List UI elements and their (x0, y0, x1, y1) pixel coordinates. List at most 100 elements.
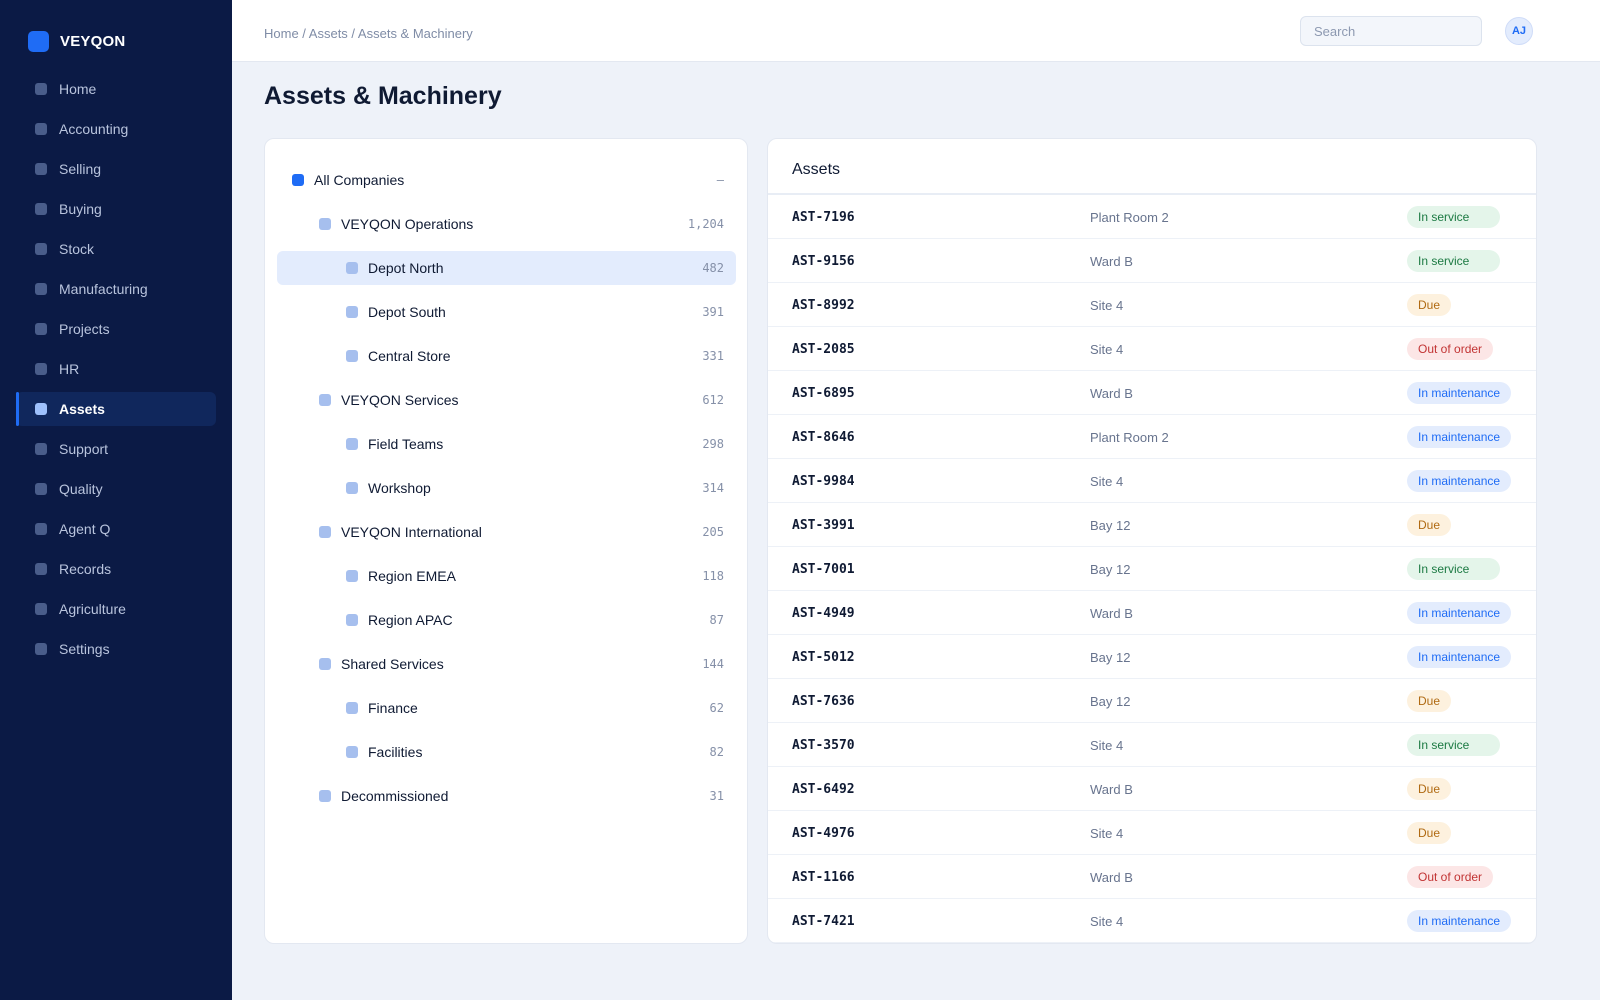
asset-id[interactable]: AST-7421 (792, 914, 855, 929)
tree-item-central-store[interactable]: Central Store 331 (277, 339, 736, 373)
status-badge: Due (1407, 514, 1452, 536)
brand-logo-icon (28, 31, 49, 52)
tree-item-veyqon-operations[interactable]: VEYQON Operations 1,204 (277, 207, 736, 241)
sidebar-item-assets[interactable]: Assets (16, 392, 216, 426)
asset-id[interactable]: AST-4976 (792, 826, 855, 841)
asset-id[interactable]: AST-7636 (792, 694, 855, 709)
tree-item-shared-services[interactable]: Shared Services 144 (277, 647, 736, 681)
sidebar-item-hr[interactable]: HR (16, 352, 216, 386)
asset-id[interactable]: AST-2085 (792, 342, 855, 357)
tree-item-region-emea[interactable]: Region EMEA 118 (277, 559, 736, 593)
sidebar-item-buying[interactable]: Buying (16, 192, 216, 226)
avatar[interactable]: AJ (1505, 17, 1533, 45)
table-row[interactable]: AST-3570 Site 4 In service (768, 723, 1536, 767)
tree-item-veyqon-services[interactable]: VEYQON Services 612 (277, 383, 736, 417)
tree-item-workshop[interactable]: Workshop 314 (277, 471, 736, 505)
sidebar-item-agriculture[interactable]: Agriculture (16, 592, 216, 626)
asset-id[interactable]: AST-9156 (792, 254, 855, 269)
table-row[interactable]: AST-6492 Ward B Due (768, 767, 1536, 811)
tree-item-label: Field Teams (368, 436, 444, 452)
table-row[interactable]: AST-8992 Site 4 Due (768, 283, 1536, 327)
tree-item-facilities[interactable]: Facilities 82 (277, 735, 736, 769)
tree-item-count: 482 (702, 261, 724, 275)
sidebar-item-label: Agent Q (59, 521, 111, 537)
sidebar-item-stock[interactable]: Stock (16, 232, 216, 266)
sidebar-item-accounting[interactable]: Accounting (16, 112, 216, 146)
sidebar-item-projects[interactable]: Projects (16, 312, 216, 346)
asset-id[interactable]: AST-7196 (792, 210, 855, 225)
table-row[interactable]: AST-6895 Ward B In maintenance (768, 371, 1536, 415)
asset-id[interactable]: AST-7001 (792, 562, 855, 577)
asset-id[interactable]: AST-5012 (792, 650, 855, 665)
table-row[interactable]: AST-4949 Ward B In maintenance (768, 591, 1536, 635)
asset-id[interactable]: AST-6895 (792, 386, 855, 401)
sidebar-item-label: Manufacturing (59, 281, 148, 297)
sidebar-item-selling[interactable]: Selling (16, 152, 216, 186)
support-icon (35, 443, 47, 455)
tree-item-label: VEYQON Operations (341, 216, 474, 232)
folder-icon (346, 570, 358, 582)
sidebar-item-settings[interactable]: Settings (16, 632, 216, 666)
breadcrumb[interactable]: Home / Assets / Assets & Machinery (264, 26, 473, 41)
search-input[interactable] (1300, 16, 1482, 46)
asset-id[interactable]: AST-6492 (792, 782, 855, 797)
table-row[interactable]: AST-1166 Ward B Out of order (768, 855, 1536, 899)
buying-icon (35, 203, 47, 215)
sidebar-item-agent-q[interactable]: Agent Q (16, 512, 216, 546)
sidebar-item-label: Accounting (59, 121, 129, 137)
settings-icon (35, 643, 47, 655)
asset-id[interactable]: AST-9984 (792, 474, 855, 489)
tree-item-count: – (716, 173, 724, 187)
tree-item-count: 298 (702, 437, 724, 451)
assets-icon (35, 403, 47, 415)
asset-id[interactable]: AST-8646 (792, 430, 855, 445)
asset-id[interactable]: AST-8992 (792, 298, 855, 313)
tree-item-all-companies[interactable]: All Companies – (277, 163, 736, 197)
table-row[interactable]: AST-7196 Plant Room 2 In service (768, 195, 1536, 239)
tree-item-count: 612 (702, 393, 724, 407)
asset-location: Bay 12 (1090, 518, 1131, 533)
tree-item-label: Depot South (368, 304, 446, 320)
folder-icon (319, 526, 331, 538)
table-row[interactable]: AST-3991 Bay 12 Due (768, 503, 1536, 547)
table-row[interactable]: AST-7636 Bay 12 Due (768, 679, 1536, 723)
asset-id[interactable]: AST-3570 (792, 738, 855, 753)
status-badge: Out of order (1407, 338, 1494, 360)
status-badge: Due (1407, 778, 1452, 800)
tree-item-finance[interactable]: Finance 62 (277, 691, 736, 725)
asset-id[interactable]: AST-4949 (792, 606, 855, 621)
asset-id[interactable]: AST-1166 (792, 870, 855, 885)
status-badge: In service (1407, 206, 1500, 228)
page-title: Assets & Machinery (264, 82, 502, 110)
table-row[interactable]: AST-4976 Site 4 Due (768, 811, 1536, 855)
tree-item-field-teams[interactable]: Field Teams 298 (277, 427, 736, 461)
sidebar-item-records[interactable]: Records (16, 552, 216, 586)
tree-item-label: Finance (368, 700, 418, 716)
tree-item-count: 82 (709, 745, 724, 759)
tree-item-depot-south[interactable]: Depot South 391 (277, 295, 736, 329)
sidebar-item-quality[interactable]: Quality (16, 472, 216, 506)
table-row[interactable]: AST-7421 Site 4 In maintenance (768, 899, 1536, 943)
table-row[interactable]: AST-8646 Plant Room 2 In maintenance (768, 415, 1536, 459)
folder-icon (346, 702, 358, 714)
hr-icon (35, 363, 47, 375)
tree-item-depot-north[interactable]: Depot North 482 (277, 251, 736, 285)
table-row[interactable]: AST-9156 Ward B In service (768, 239, 1536, 283)
asset-id[interactable]: AST-3991 (792, 518, 855, 533)
table-row[interactable]: AST-5012 Bay 12 In maintenance (768, 635, 1536, 679)
tree-item-decommissioned[interactable]: Decommissioned 31 (277, 779, 736, 813)
sidebar-item-label: Agriculture (59, 601, 126, 617)
status-badge: Due (1407, 294, 1452, 316)
brand[interactable]: VEYQON (28, 31, 125, 52)
sidebar-item-support[interactable]: Support (16, 432, 216, 466)
status-badge: Out of order (1407, 866, 1494, 888)
tree-item-region-apac[interactable]: Region APAC 87 (277, 603, 736, 637)
sidebar-item-manufacturing[interactable]: Manufacturing (16, 272, 216, 306)
asset-location: Site 4 (1090, 826, 1124, 841)
sidebar-item-home[interactable]: Home (16, 72, 216, 106)
asset-location: Bay 12 (1090, 694, 1131, 709)
table-row[interactable]: AST-9984 Site 4 In maintenance (768, 459, 1536, 503)
table-row[interactable]: AST-7001 Bay 12 In service (768, 547, 1536, 591)
tree-item-veyqon-international[interactable]: VEYQON International 205 (277, 515, 736, 549)
table-row[interactable]: AST-2085 Site 4 Out of order (768, 327, 1536, 371)
